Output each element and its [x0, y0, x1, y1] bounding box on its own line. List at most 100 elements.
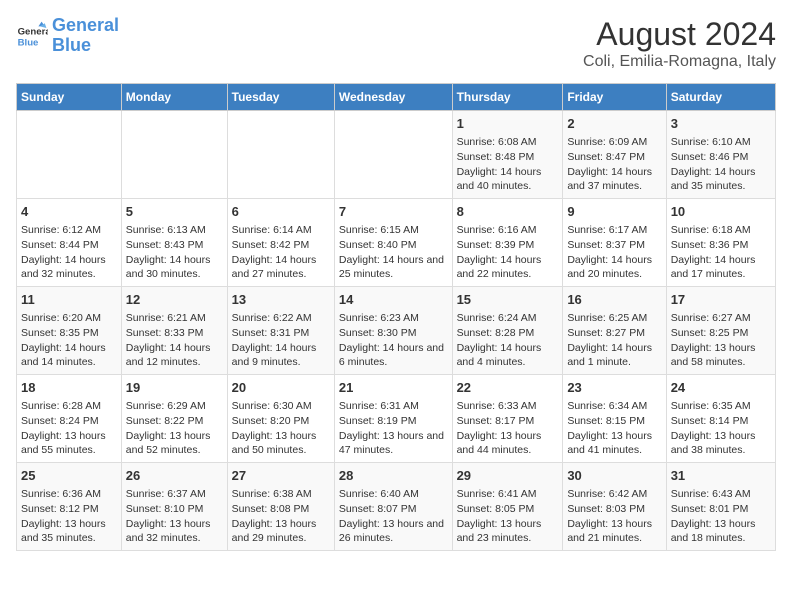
calendar-day-cell: 17 Sunrise: 6:27 AM Sunset: 8:25 PM Dayli… [666, 287, 775, 375]
calendar-day-cell: 24 Sunrise: 6:35 AM Sunset: 8:14 PM Dayli… [666, 375, 775, 463]
weekday-header-sunday: Sunday [17, 84, 122, 111]
day-number: 25 [21, 467, 117, 485]
day-number: 4 [21, 203, 117, 221]
svg-text:Blue: Blue [18, 37, 39, 48]
day-number: 23 [567, 379, 661, 397]
title-area: August 2024 Coli, Emilia-Romagna, Italy [583, 16, 776, 71]
calendar-day-cell: 3 Sunrise: 6:10 AM Sunset: 8:46 PM Daylig… [666, 111, 775, 199]
day-info: Sunrise: 6:21 AM Sunset: 8:33 PM Dayligh… [126, 311, 223, 370]
day-number: 27 [232, 467, 330, 485]
calendar-day-cell: 18 Sunrise: 6:28 AM Sunset: 8:24 PM Dayli… [17, 375, 122, 463]
day-info: Sunrise: 6:30 AM Sunset: 8:20 PM Dayligh… [232, 399, 330, 458]
empty-cell [334, 111, 452, 199]
day-number: 22 [457, 379, 559, 397]
day-info: Sunrise: 6:20 AM Sunset: 8:35 PM Dayligh… [21, 311, 117, 370]
day-info: Sunrise: 6:43 AM Sunset: 8:01 PM Dayligh… [671, 487, 771, 546]
weekday-header-tuesday: Tuesday [227, 84, 334, 111]
day-info: Sunrise: 6:24 AM Sunset: 8:28 PM Dayligh… [457, 311, 559, 370]
empty-cell [17, 111, 122, 199]
day-number: 17 [671, 291, 771, 309]
calendar-day-cell: 27 Sunrise: 6:38 AM Sunset: 8:08 PM Dayli… [227, 463, 334, 551]
day-info: Sunrise: 6:33 AM Sunset: 8:17 PM Dayligh… [457, 399, 559, 458]
day-number: 12 [126, 291, 223, 309]
day-info: Sunrise: 6:37 AM Sunset: 8:10 PM Dayligh… [126, 487, 223, 546]
day-number: 14 [339, 291, 448, 309]
calendar-day-cell: 10 Sunrise: 6:18 AM Sunset: 8:36 PM Dayli… [666, 199, 775, 287]
day-info: Sunrise: 6:35 AM Sunset: 8:14 PM Dayligh… [671, 399, 771, 458]
day-number: 6 [232, 203, 330, 221]
calendar-day-cell: 23 Sunrise: 6:34 AM Sunset: 8:15 PM Dayli… [563, 375, 666, 463]
day-number: 8 [457, 203, 559, 221]
day-info: Sunrise: 6:25 AM Sunset: 8:27 PM Dayligh… [567, 311, 661, 370]
weekday-header-friday: Friday [563, 84, 666, 111]
day-info: Sunrise: 6:09 AM Sunset: 8:47 PM Dayligh… [567, 135, 661, 194]
day-info: Sunrise: 6:42 AM Sunset: 8:03 PM Dayligh… [567, 487, 661, 546]
calendar-day-cell: 14 Sunrise: 6:23 AM Sunset: 8:30 PM Dayli… [334, 287, 452, 375]
calendar-day-cell: 13 Sunrise: 6:22 AM Sunset: 8:31 PM Dayli… [227, 287, 334, 375]
day-number: 11 [21, 291, 117, 309]
logo-text: General Blue [52, 16, 119, 56]
day-info: Sunrise: 6:41 AM Sunset: 8:05 PM Dayligh… [457, 487, 559, 546]
day-number: 5 [126, 203, 223, 221]
calendar-day-cell: 8Sunrise: 6:16 AM Sunset: 8:39 PM Daylig… [452, 199, 563, 287]
day-number: 18 [21, 379, 117, 397]
logo-icon: General Blue [16, 20, 48, 52]
day-number: 2 [567, 115, 661, 133]
day-info: Sunrise: 6:10 AM Sunset: 8:46 PM Dayligh… [671, 135, 771, 194]
logo: General Blue General Blue [16, 16, 119, 56]
calendar-day-cell: 7Sunrise: 6:15 AM Sunset: 8:40 PM Daylig… [334, 199, 452, 287]
empty-cell [121, 111, 227, 199]
day-number: 19 [126, 379, 223, 397]
calendar-day-cell: 29 Sunrise: 6:41 AM Sunset: 8:05 PM Dayli… [452, 463, 563, 551]
day-number: 26 [126, 467, 223, 485]
calendar-week-row: 25Sunrise: 6:36 AM Sunset: 8:12 PM Dayli… [17, 463, 776, 551]
day-info: Sunrise: 6:13 AM Sunset: 8:43 PM Dayligh… [126, 223, 223, 282]
calendar-week-row: 4Sunrise: 6:12 AM Sunset: 8:44 PM Daylig… [17, 199, 776, 287]
day-number: 3 [671, 115, 771, 133]
day-info: Sunrise: 6:08 AM Sunset: 8:48 PM Dayligh… [457, 135, 559, 194]
calendar-day-cell: 15 Sunrise: 6:24 AM Sunset: 8:28 PM Dayli… [452, 287, 563, 375]
svg-text:General: General [18, 26, 48, 37]
weekday-header-saturday: Saturday [666, 84, 775, 111]
day-number: 29 [457, 467, 559, 485]
day-number: 10 [671, 203, 771, 221]
day-number: 13 [232, 291, 330, 309]
day-number: 15 [457, 291, 559, 309]
weekday-header-wednesday: Wednesday [334, 84, 452, 111]
weekday-header-thursday: Thursday [452, 84, 563, 111]
calendar-day-cell: 1Sunrise: 6:08 AM Sunset: 8:48 PM Daylig… [452, 111, 563, 199]
day-number: 9 [567, 203, 661, 221]
day-info: Sunrise: 6:27 AM Sunset: 8:25 PM Dayligh… [671, 311, 771, 370]
calendar-day-cell: 28Sunrise: 6:40 AM Sunset: 8:07 PM Dayli… [334, 463, 452, 551]
day-info: Sunrise: 6:14 AM Sunset: 8:42 PM Dayligh… [232, 223, 330, 282]
calendar-day-cell: 9Sunrise: 6:17 AM Sunset: 8:37 PM Daylig… [563, 199, 666, 287]
calendar-day-cell: 21 Sunrise: 6:31 AM Sunset: 8:19 PM Dayli… [334, 375, 452, 463]
location-subtitle: Coli, Emilia-Romagna, Italy [583, 53, 776, 71]
day-info: Sunrise: 6:15 AM Sunset: 8:40 PM Dayligh… [339, 223, 448, 282]
month-year-title: August 2024 [583, 16, 776, 53]
empty-cell [227, 111, 334, 199]
calendar-day-cell: 2 Sunrise: 6:09 AM Sunset: 8:47 PM Daylig… [563, 111, 666, 199]
day-info: Sunrise: 6:18 AM Sunset: 8:36 PM Dayligh… [671, 223, 771, 282]
day-number: 31 [671, 467, 771, 485]
day-number: 24 [671, 379, 771, 397]
day-info: Sunrise: 6:23 AM Sunset: 8:30 PM Dayligh… [339, 311, 448, 370]
logo-general: General [52, 15, 119, 35]
calendar-day-cell: 6 Sunrise: 6:14 AM Sunset: 8:42 PM Daylig… [227, 199, 334, 287]
weekday-header-monday: Monday [121, 84, 227, 111]
calendar-day-cell: 16Sunrise: 6:25 AM Sunset: 8:27 PM Dayli… [563, 287, 666, 375]
calendar-day-cell: 26 Sunrise: 6:37 AM Sunset: 8:10 PM Dayli… [121, 463, 227, 551]
calendar-day-cell: 25Sunrise: 6:36 AM Sunset: 8:12 PM Dayli… [17, 463, 122, 551]
calendar-table: SundayMondayTuesdayWednesdayThursdayFrid… [16, 83, 776, 551]
day-info: Sunrise: 6:31 AM Sunset: 8:19 PM Dayligh… [339, 399, 448, 458]
day-info: Sunrise: 6:29 AM Sunset: 8:22 PM Dayligh… [126, 399, 223, 458]
calendar-day-cell: 12 Sunrise: 6:21 AM Sunset: 8:33 PM Dayli… [121, 287, 227, 375]
calendar-week-row: 18 Sunrise: 6:28 AM Sunset: 8:24 PM Dayli… [17, 375, 776, 463]
day-info: Sunrise: 6:34 AM Sunset: 8:15 PM Dayligh… [567, 399, 661, 458]
logo-blue: Blue [52, 35, 91, 55]
day-number: 21 [339, 379, 448, 397]
day-info: Sunrise: 6:40 AM Sunset: 8:07 PM Dayligh… [339, 487, 448, 546]
day-info: Sunrise: 6:22 AM Sunset: 8:31 PM Dayligh… [232, 311, 330, 370]
day-info: Sunrise: 6:38 AM Sunset: 8:08 PM Dayligh… [232, 487, 330, 546]
day-info: Sunrise: 6:28 AM Sunset: 8:24 PM Dayligh… [21, 399, 117, 458]
